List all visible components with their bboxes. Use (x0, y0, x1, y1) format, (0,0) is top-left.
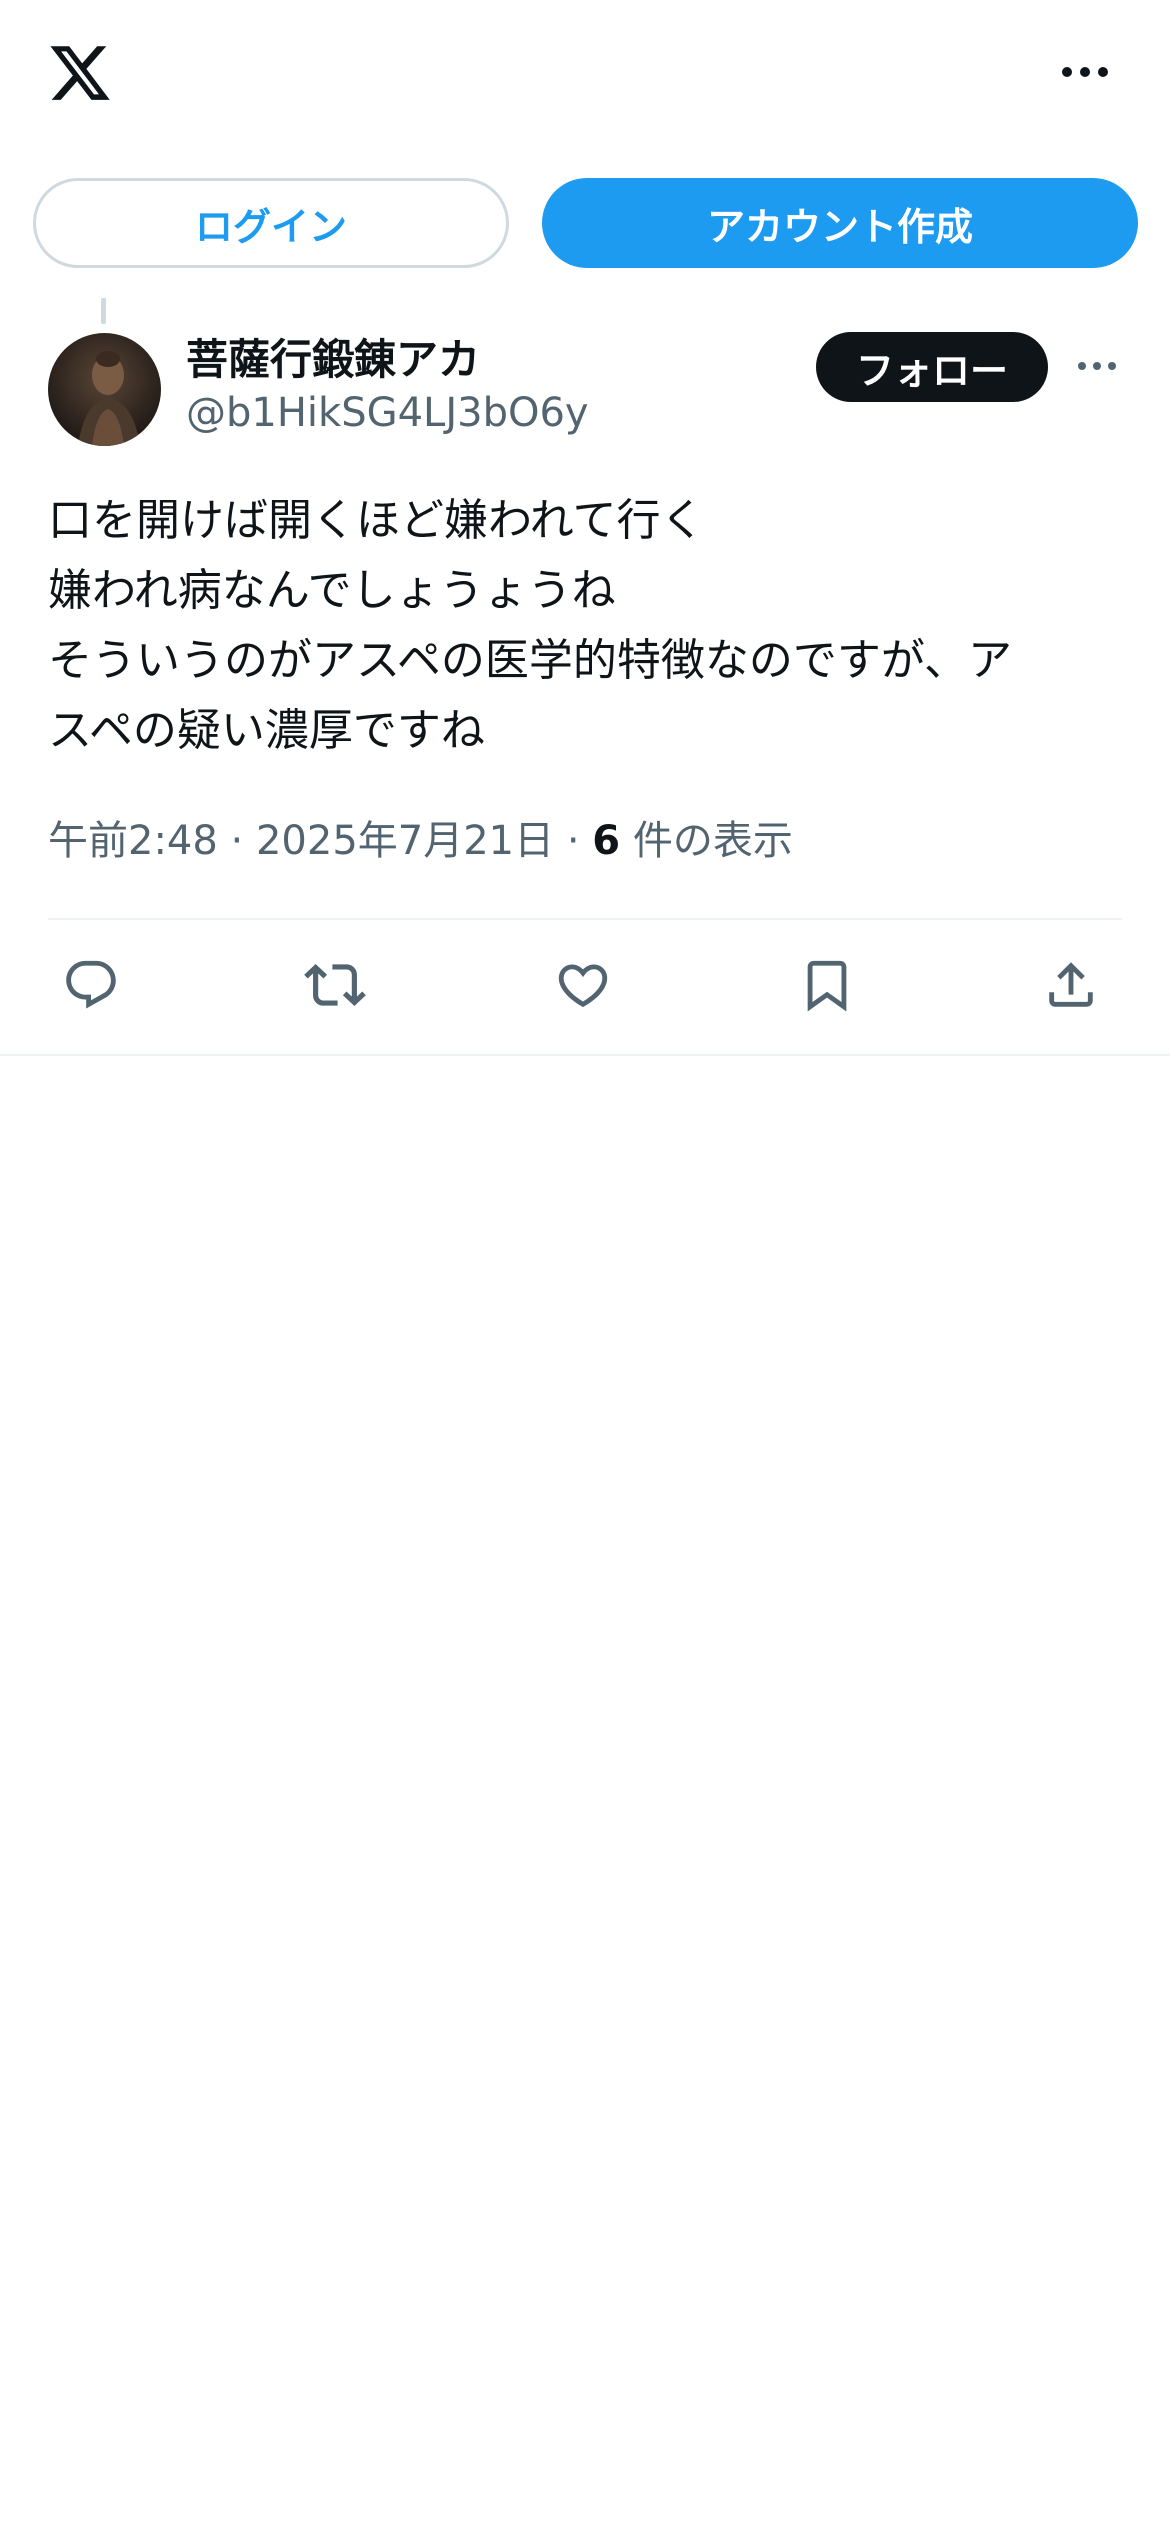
tweet-text: 口を開けば開くほど嫌われて行く 嫌われ病なんでしょうょうね そういうのがアスペの… (48, 486, 1138, 766)
bookmark-icon[interactable] (792, 950, 862, 1020)
create-account-button[interactable]: アカウント作成 (542, 178, 1138, 268)
like-icon[interactable] (548, 950, 618, 1020)
follow-button[interactable]: フォロー (816, 332, 1048, 402)
tweet-actions (0, 950, 1170, 1030)
share-icon[interactable] (1036, 950, 1106, 1020)
meta-separator: · (230, 818, 244, 864)
divider (0, 1054, 1170, 1056)
views-count: 6 (592, 818, 621, 864)
login-button[interactable]: ログイン (33, 178, 509, 268)
tweet-date[interactable]: 2025年7月21日 (256, 818, 554, 864)
reply-icon[interactable] (56, 950, 126, 1020)
more-horizontal-icon[interactable] (1058, 50, 1112, 94)
retweet-icon[interactable] (300, 950, 370, 1020)
meta-separator: · (566, 818, 580, 864)
tweet-text-line: 嫌われ病なんでしょうょうね (48, 565, 616, 616)
avatar[interactable] (48, 333, 161, 446)
tweet-text-line: そういうのがアスペの医学的特徴なのですが、ア (48, 635, 1013, 686)
top-bar (0, 0, 1170, 150)
tweet-text-line: スペの疑い濃厚ですね (48, 705, 485, 756)
tweet-time[interactable]: 午前2:48 (48, 818, 218, 864)
divider (48, 918, 1122, 920)
auth-buttons: ログイン アカウント作成 (0, 178, 1170, 272)
tweet-meta: 午前2:48 · 2025年7月21日 · 6 件の表示 (48, 808, 793, 866)
views-label: 件の表示 (632, 818, 793, 864)
tweet-more-icon[interactable] (1072, 346, 1122, 386)
author-handle[interactable]: @b1HikSG4LJ3bO6y (186, 390, 589, 436)
thread-connector-line (101, 298, 106, 324)
author-name[interactable]: 菩薩行鍛錬アカ (186, 326, 480, 387)
tweet-text-line: 口を開けば開くほど嫌われて行く (48, 495, 705, 546)
x-logo-icon[interactable] (46, 40, 114, 106)
